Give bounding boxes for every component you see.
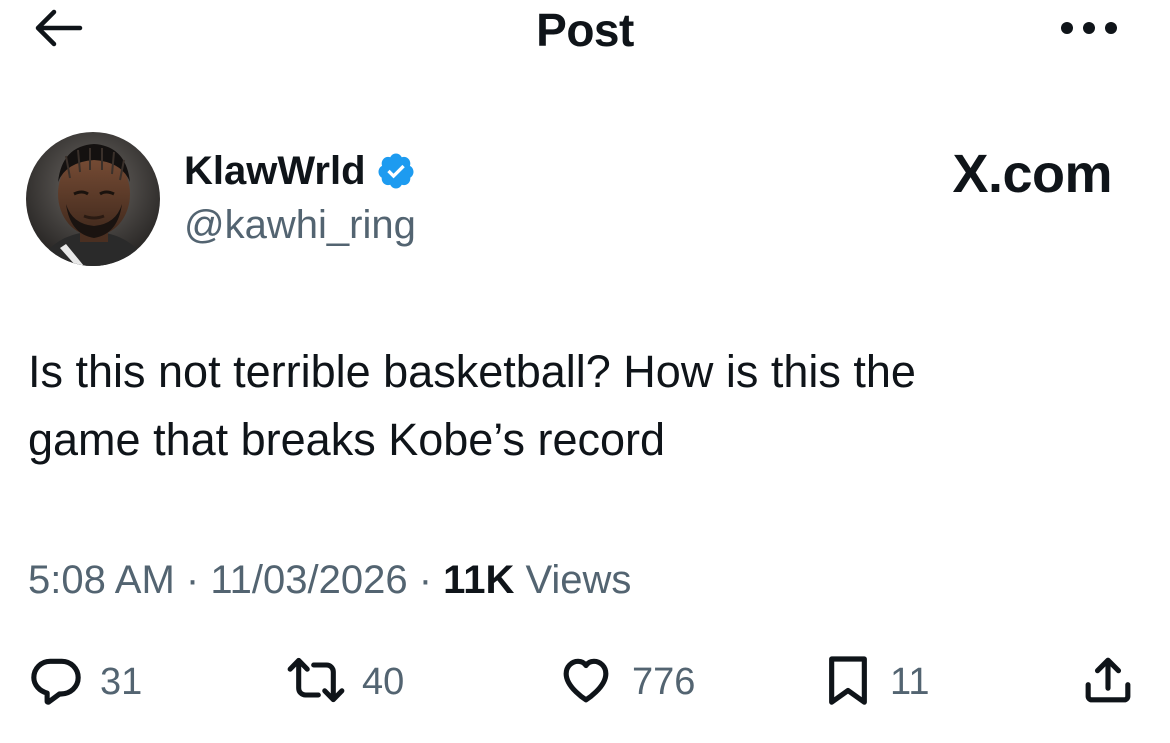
post-text-line: Is this not terrible basketball? How is … xyxy=(28,346,916,397)
reply-count: 31 xyxy=(100,661,143,703)
meta-separator: · xyxy=(185,558,200,602)
post-text: Is this not terrible basketball? How is … xyxy=(28,338,1128,474)
share-icon xyxy=(1080,652,1136,713)
author-name[interactable]: KlawWrld xyxy=(184,147,416,195)
bookmark-count: 11 xyxy=(890,661,930,703)
post-date[interactable]: 11/03/2026 xyxy=(210,558,407,602)
views-count[interactable]: 11K xyxy=(443,558,514,602)
reply-icon xyxy=(28,652,84,713)
more-options-button[interactable] xyxy=(1054,10,1124,50)
post-meta: 5:08 AM · 11/03/2026 · 11K Views xyxy=(28,552,631,608)
post-time[interactable]: 5:08 AM xyxy=(28,558,175,602)
avatar[interactable] xyxy=(26,132,160,266)
like-button[interactable]: 776 xyxy=(556,652,695,712)
repost-icon xyxy=(286,652,346,713)
more-horizontal-icon xyxy=(1059,20,1119,41)
page-title: Post xyxy=(536,4,634,56)
author-display-name: KlawWrld xyxy=(184,149,366,193)
reply-button[interactable]: 31 xyxy=(28,652,142,712)
bookmark-button[interactable]: 11 xyxy=(822,652,929,712)
bookmark-icon xyxy=(822,652,874,713)
like-count: 776 xyxy=(632,661,696,703)
verified-badge-icon xyxy=(376,151,416,191)
repost-count: 40 xyxy=(362,661,405,703)
source-label: X.com xyxy=(952,144,1112,204)
share-button[interactable] xyxy=(1080,652,1136,712)
repost-button[interactable]: 40 xyxy=(286,652,404,712)
views-label: Views xyxy=(525,558,632,602)
author-handle[interactable]: @kawhi_ring xyxy=(184,201,416,249)
meta-separator: · xyxy=(418,558,433,602)
heart-icon xyxy=(556,652,616,713)
post-text-line: game that breaks Kobe’s record xyxy=(28,414,666,465)
